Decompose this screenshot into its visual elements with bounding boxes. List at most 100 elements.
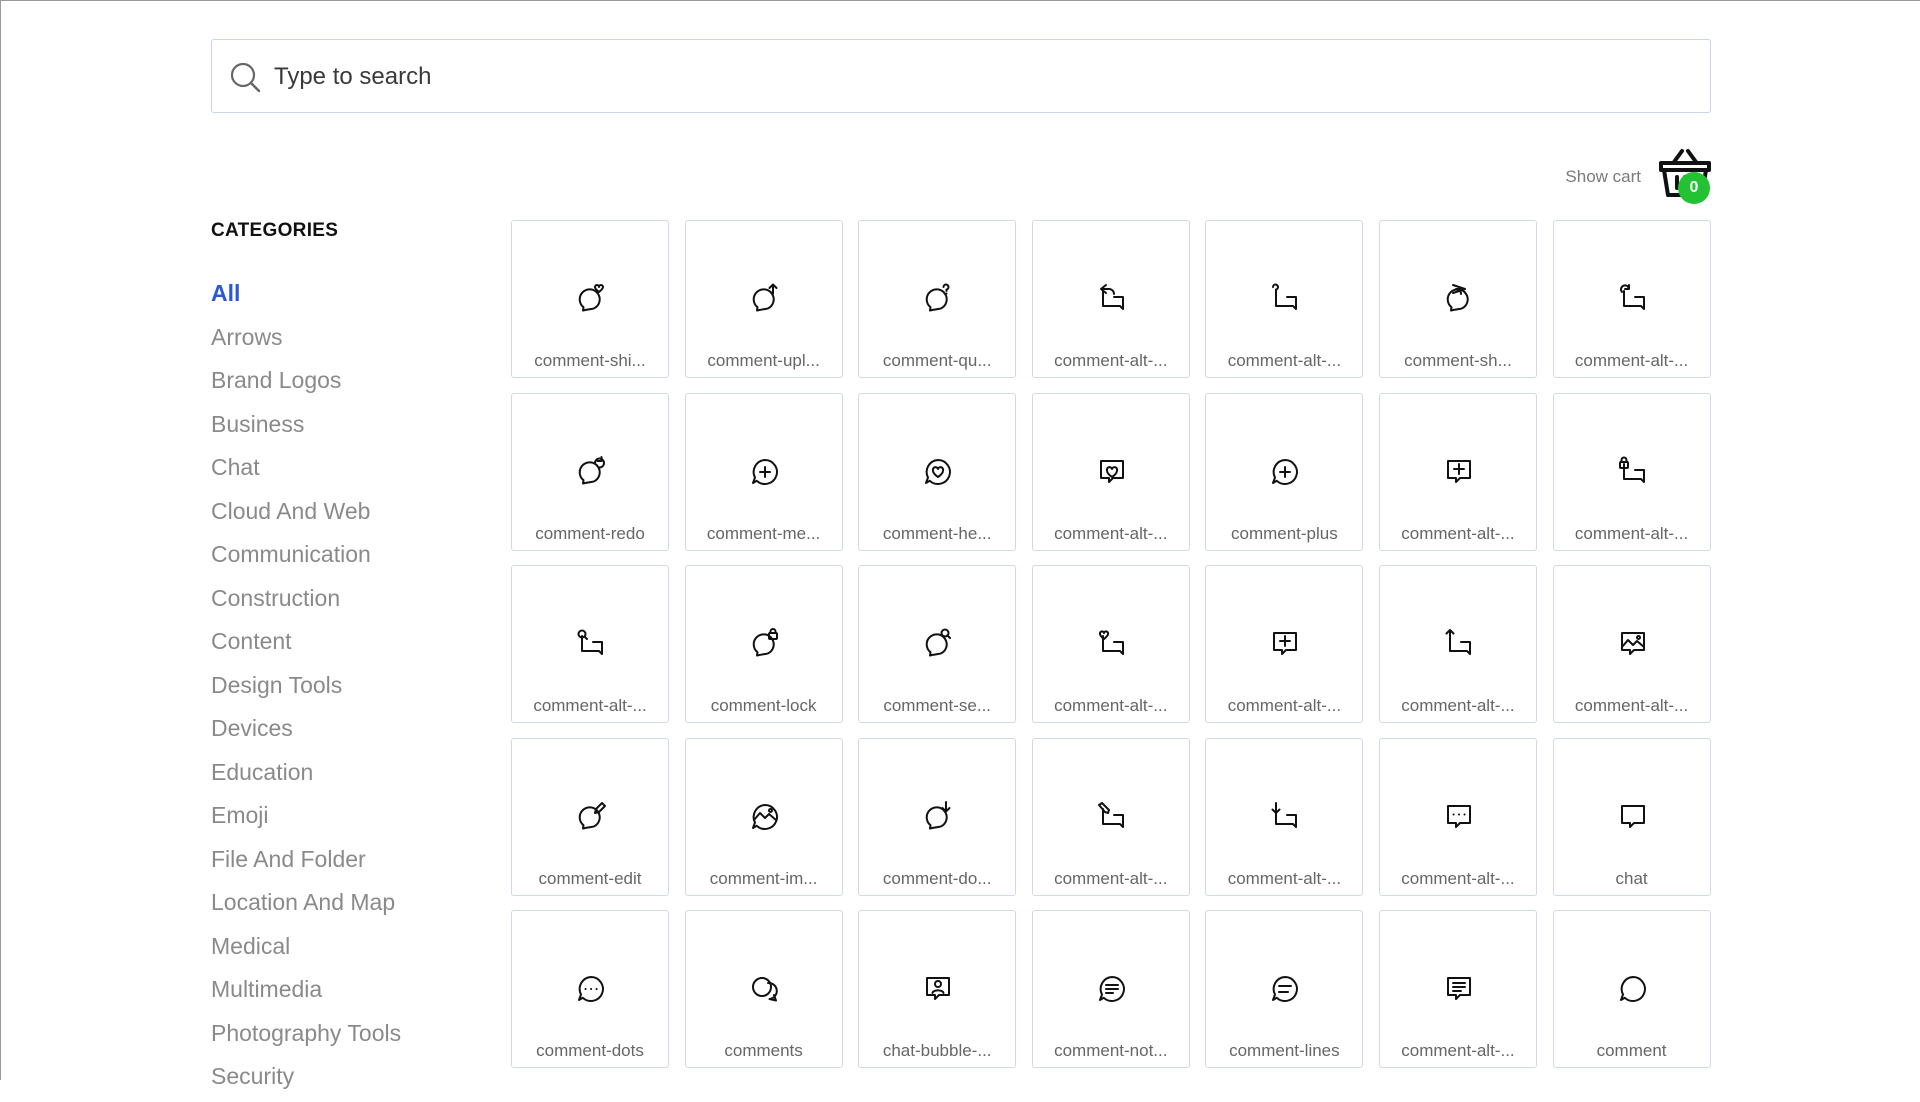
category-item-multimedia[interactable]: Multimedia bbox=[211, 971, 401, 1015]
icon-card-label: comment-redo bbox=[535, 523, 645, 543]
icon-card-label: comment bbox=[1596, 1041, 1667, 1061]
icon-card[interactable]: chat bbox=[1552, 737, 1711, 896]
comment-round-edit-icon bbox=[575, 801, 607, 833]
icon-card-label: comment-alt-... bbox=[1227, 696, 1342, 716]
category-item-medical[interactable]: Medical bbox=[211, 928, 401, 972]
comment-box-dots-icon bbox=[1443, 801, 1475, 833]
category-item-arrows[interactable]: Arrows bbox=[211, 319, 401, 363]
category-item-content[interactable]: Content bbox=[211, 623, 401, 667]
icon-card[interactable]: comment-alt-... bbox=[1552, 565, 1711, 724]
search-bar[interactable] bbox=[211, 39, 1711, 114]
category-item-design-tools[interactable]: Design Tools bbox=[211, 667, 401, 711]
category-item-brand-logos[interactable]: Brand Logos bbox=[211, 362, 401, 406]
icon-card[interactable]: comment-alt-... bbox=[1205, 737, 1364, 896]
comment-box-heart-icon bbox=[1096, 456, 1128, 488]
icon-card-label: comment-alt-... bbox=[533, 696, 647, 716]
show-cart-link[interactable]: Show cart bbox=[1521, 167, 1641, 187]
comment-square-question-icon bbox=[1269, 283, 1301, 315]
icon-card[interactable]: comments bbox=[684, 910, 843, 1069]
comment-round-lock-icon bbox=[749, 628, 781, 660]
icon-card[interactable]: comment-not... bbox=[1031, 910, 1190, 1069]
icon-card[interactable]: comment-sh... bbox=[1378, 220, 1537, 378]
icon-card[interactable]: comment-do... bbox=[858, 737, 1017, 896]
comment-square-down-icon bbox=[1269, 801, 1301, 833]
search-input[interactable] bbox=[272, 40, 1696, 114]
icon-card[interactable]: chat-bubble-... bbox=[858, 910, 1017, 1069]
icon-card[interactable]: comment-lines bbox=[1205, 910, 1364, 1069]
search-icon bbox=[230, 62, 261, 93]
icon-card-label: chat-bubble-... bbox=[882, 1041, 992, 1061]
icon-card-label: comment-alt-... bbox=[1401, 523, 1515, 543]
icon-card-label: comment-shi... bbox=[534, 351, 646, 370]
comment-square-share-icon bbox=[1096, 283, 1128, 315]
icon-card[interactable]: comment-alt-... bbox=[1378, 737, 1537, 896]
comment-round-up-icon bbox=[749, 283, 781, 315]
comment-circle-plain-icon bbox=[1617, 973, 1649, 1005]
comment-box-user-icon bbox=[922, 973, 954, 1005]
icon-card[interactable]: comment-dots bbox=[511, 910, 669, 1069]
icon-card[interactable]: comment-alt-... bbox=[1552, 392, 1711, 551]
icon-card[interactable]: comment-alt-... bbox=[1378, 910, 1537, 1069]
comment-round-search-icon bbox=[922, 628, 954, 660]
icon-card-label: comment-lines bbox=[1229, 1041, 1340, 1061]
icon-card[interactable]: comment-alt-... bbox=[511, 565, 669, 724]
icon-card[interactable]: comment-alt-... bbox=[1205, 565, 1364, 724]
category-item-business[interactable]: Business bbox=[211, 406, 401, 450]
icon-card[interactable]: comment-alt-... bbox=[1031, 220, 1190, 378]
comment-square-search-icon bbox=[575, 628, 607, 660]
category-item-communication[interactable]: Communication bbox=[211, 536, 401, 580]
icon-card-label: comment-lock bbox=[710, 696, 817, 716]
icon-card[interactable]: comment-plus bbox=[1205, 392, 1364, 551]
icon-card-label: comment-alt-... bbox=[1401, 696, 1515, 716]
icon-card[interactable]: comment-alt-... bbox=[1031, 737, 1190, 896]
icon-card-label: comment-alt-... bbox=[1227, 868, 1342, 888]
icon-card[interactable]: comment-me... bbox=[684, 392, 843, 551]
comment-circle-plus-icon bbox=[1269, 456, 1301, 488]
icon-card[interactable]: comment-upl... bbox=[684, 220, 843, 378]
icon-card[interactable]: comment-edit bbox=[511, 737, 669, 896]
comment-circle-plus-icon bbox=[749, 456, 781, 488]
icon-card[interactable]: comment-alt-... bbox=[1552, 220, 1711, 378]
category-item-devices[interactable]: Devices bbox=[211, 710, 401, 754]
icon-card[interactable]: comment-alt-... bbox=[1031, 565, 1190, 724]
icon-card-label: comment-alt-... bbox=[1054, 523, 1168, 543]
comment-square-lock-icon bbox=[1617, 456, 1649, 488]
comment-circle-dots-icon bbox=[575, 973, 607, 1005]
icon-card-label: comment-alt-... bbox=[1054, 868, 1168, 888]
icon-card-label: comment-alt-... bbox=[1054, 351, 1168, 370]
category-item-construction[interactable]: Construction bbox=[211, 580, 401, 624]
comment-circle-heart-icon bbox=[922, 456, 954, 488]
icon-card-label: comment-do... bbox=[882, 868, 992, 888]
icon-card[interactable]: comment-alt-... bbox=[1378, 392, 1537, 551]
comment-square-up-icon bbox=[1443, 628, 1475, 660]
icon-card[interactable]: comment bbox=[1552, 910, 1711, 1069]
category-item-cloud-and-web[interactable]: Cloud And Web bbox=[211, 493, 401, 537]
icon-card[interactable]: comment-he... bbox=[858, 392, 1017, 551]
comment-round-share-icon bbox=[1443, 283, 1475, 315]
category-item-location-and-map[interactable]: Location And Map bbox=[211, 884, 401, 928]
category-item-file-and-folder[interactable]: File And Folder bbox=[211, 841, 401, 885]
icon-card[interactable]: comment-se... bbox=[858, 565, 1017, 724]
icon-card[interactable]: comment-alt-... bbox=[1031, 392, 1190, 551]
category-item-emoji[interactable]: Emoji bbox=[211, 797, 401, 841]
category-item-all[interactable]: All bbox=[211, 275, 401, 319]
category-item-education[interactable]: Education bbox=[211, 754, 401, 798]
comment-square-redo-icon bbox=[1617, 283, 1649, 315]
icon-card-label: chat bbox=[1615, 868, 1648, 888]
icon-card[interactable]: comment-im... bbox=[684, 737, 843, 896]
icon-card[interactable]: comment-qu... bbox=[858, 220, 1017, 378]
comment-square-edit-icon bbox=[1096, 801, 1128, 833]
comment-circle-image-icon bbox=[749, 801, 781, 833]
icon-card[interactable]: comment-shi... bbox=[511, 220, 669, 378]
cart-count-badge: 0 bbox=[1678, 172, 1710, 204]
icon-card[interactable]: comment-alt-... bbox=[1378, 565, 1537, 724]
icon-card-label: comment-me... bbox=[706, 523, 821, 543]
comment-circle-notes-icon bbox=[1096, 973, 1128, 1005]
icon-card[interactable]: comment-lock bbox=[684, 565, 843, 724]
icon-card-label: comment-edit bbox=[538, 868, 642, 888]
icon-card[interactable]: comment-redo bbox=[511, 392, 669, 551]
category-item-chat[interactable]: Chat bbox=[211, 449, 401, 493]
icon-card-label: comment-alt-... bbox=[1574, 351, 1689, 370]
icon-card[interactable]: comment-alt-... bbox=[1205, 220, 1364, 378]
category-item-photography-tools[interactable]: Photography Tools bbox=[211, 1015, 401, 1059]
